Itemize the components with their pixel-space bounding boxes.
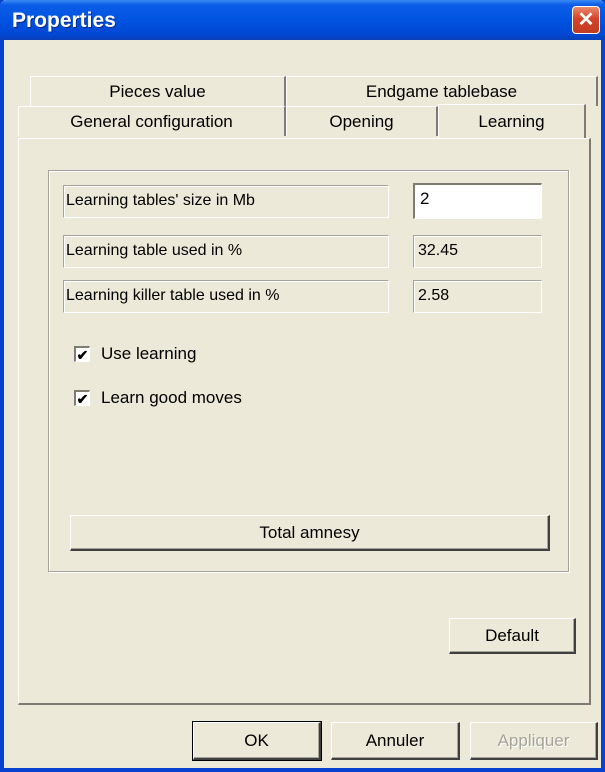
learning-group bbox=[48, 170, 569, 572]
tab-label: Pieces value bbox=[109, 81, 206, 101]
use-learning-label: Use learning bbox=[101, 344, 197, 363]
use-learning-checkbox[interactable]: ✔ bbox=[74, 346, 90, 362]
table-used-value: 32.45 bbox=[413, 235, 542, 268]
use-learning-checkbox-row[interactable]: ✔ Use learning bbox=[74, 343, 196, 365]
table-size-label: Learning tables' size in Mb bbox=[63, 185, 389, 218]
learn-good-moves-checkbox-row[interactable]: ✔ Learn good moves bbox=[74, 387, 242, 409]
tab-endgame-tablebase[interactable]: Endgame tablebase bbox=[286, 76, 598, 106]
apply-button[interactable]: Appliquer bbox=[470, 722, 598, 760]
table-used-label: Learning table used in % bbox=[63, 235, 389, 268]
total-amnesy-button[interactable]: Total amnesy bbox=[70, 515, 550, 551]
learn-good-moves-checkbox[interactable]: ✔ bbox=[74, 390, 90, 406]
title-bar[interactable]: Properties ✕ bbox=[0, 0, 605, 40]
window-title: Properties bbox=[12, 9, 116, 32]
learn-good-moves-label: Learn good moves bbox=[101, 388, 242, 407]
check-icon: ✔ bbox=[76, 390, 89, 407]
tab-label: Endgame tablebase bbox=[365, 81, 518, 101]
apply-label: Appliquer bbox=[497, 730, 570, 750]
default-label: Default bbox=[485, 625, 539, 645]
table-size-input[interactable]: 2 bbox=[413, 183, 542, 219]
ok-label: OK bbox=[244, 730, 269, 750]
killer-used-value: 2.58 bbox=[413, 280, 542, 313]
tab-learning[interactable]: Learning bbox=[438, 104, 586, 138]
tab-pieces-value[interactable]: Pieces value bbox=[30, 76, 286, 106]
check-icon: ✔ bbox=[76, 346, 89, 363]
close-icon: ✕ bbox=[577, 9, 595, 31]
cancel-button[interactable]: Annuler bbox=[331, 722, 460, 760]
ok-button[interactable]: OK bbox=[192, 721, 322, 761]
cancel-label: Annuler bbox=[365, 730, 425, 750]
default-button[interactable]: Default bbox=[449, 618, 576, 654]
tab-general-configuration[interactable]: General configuration bbox=[18, 106, 286, 136]
tab-label: Opening bbox=[329, 111, 394, 131]
tab-label: Learning bbox=[478, 111, 545, 131]
tab-opening[interactable]: Opening bbox=[286, 106, 438, 136]
close-button[interactable]: ✕ bbox=[572, 6, 600, 34]
total-amnesy-label: Total amnesy bbox=[259, 522, 360, 542]
killer-used-label: Learning killer table used in % bbox=[63, 280, 389, 313]
tab-label: General configuration bbox=[70, 111, 233, 131]
